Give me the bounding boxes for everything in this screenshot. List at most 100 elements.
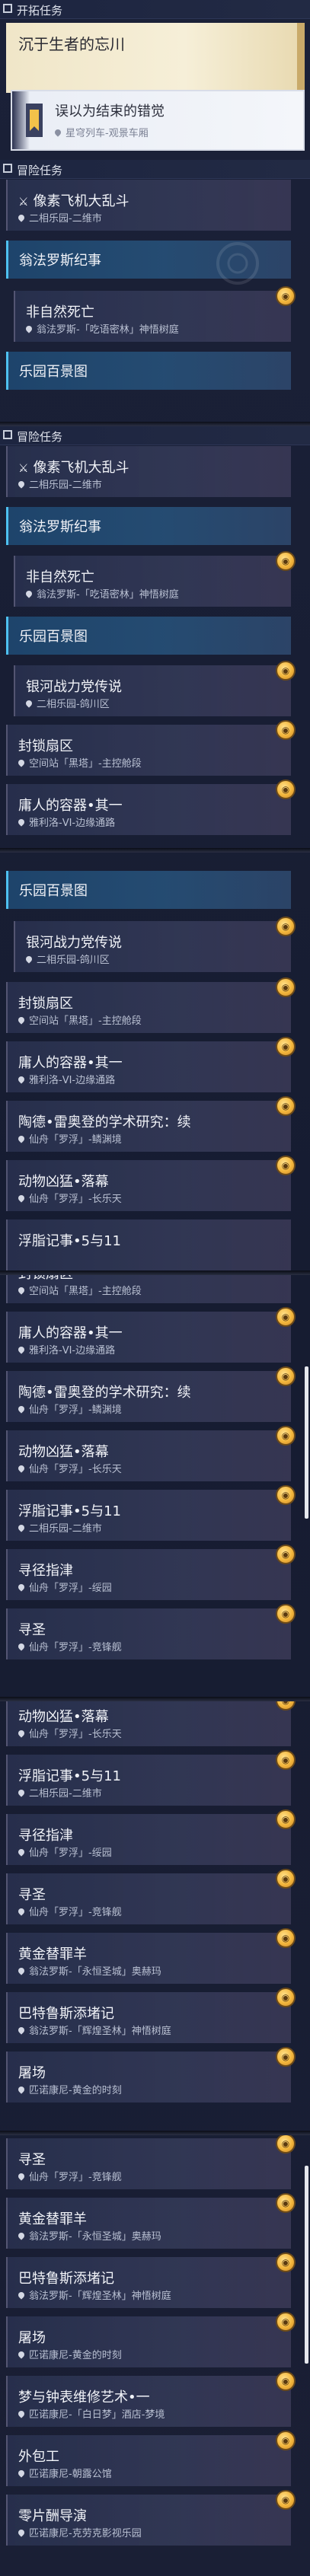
quest-title: 浮脂记事•5与11 [18,1768,121,1784]
quest-location: 二相乐园-二维市 [17,1520,102,1535]
quest-card-golden[interactable]: 黄金替罪羊 翁法罗斯-「永恒圣城」奥赫玛 ◉ [6,1928,296,1984]
quest-location: 空间站「黑塔」-主控舱段 [17,1283,142,1297]
quest-card-xunsheng[interactable]: 寻圣 仙舟「罗浮」-竞锋舰 ◉ [6,1604,296,1659]
quest-card-batulus[interactable]: 巴特鲁斯添堵记 翁法罗斯-「辉煌圣林」神悟树庭 ◉ [6,2252,296,2308]
trailblaze-chapter-card[interactable]: 沉于生者的忘川 [6,23,305,93]
quest-group-title: 乐园百景图 [19,364,88,380]
quest-title: 动物凶猛•落幕 [18,1174,109,1190]
location-pin-icon [17,2350,26,2359]
quest-log-screen: 开拓任务 沉于生者的忘川 误以为结束的错觉 星穹列车-观景车厢 冒险任务 ⚔ 像素… [0,0,310,2576]
location-pin-icon [17,1523,26,1532]
quest-title: 零片酬导演 [18,2508,87,2524]
section-header-adventure[interactable]: 冒险任务 [0,160,310,179]
trailblaze-marker-icon [26,104,43,137]
reward-badge-icon: ◉ [276,1485,296,1505]
location-pin-icon [17,2528,26,2537]
reward-badge-icon: ◉ [276,2431,296,2450]
quest-card-animal[interactable]: 动物凶猛•落幕 仙舟「罗浮」-长乐天 ◉ [6,1156,296,1211]
quest-card-tang[interactable]: 庸人的容器•其一 雅利洛-VI-边缘通路 ◉ [6,1307,296,1363]
section-header-adventure[interactable]: 冒险任务 [0,426,310,445]
scroll-segment-5: 动物凶猛•落幕 仙舟「罗浮」-长乐天 ◉ 浮脂记事•5与11 二相乐园-二维市 … [0,1701,310,2131]
quest-card-tuchang[interactable]: 屠场 匹诺康尼-黄金的时刻 ◉ [6,2312,296,2367]
quest-title: 封锁扇区 [18,738,73,754]
quest-title: 庸人的容器•其一 [18,798,123,814]
quest-location: 二相乐园-鸽川区 [24,952,110,966]
quest-card-galaxy[interactable]: 银河战力党传说 二相乐园-鸽川区 ◉ [14,661,296,716]
scrollbar-thumb[interactable] [305,1366,308,1519]
quest-card-unnatural[interactable]: 非自然死亡 翁法罗斯-「吃语密林」神悟树庭 ◉ [14,551,296,607]
quest-card-needle[interactable]: 寻径指津 仙舟「罗浮」-绥园 ◉ [6,1545,296,1600]
location-pin-icon [17,1134,26,1143]
reward-badge-icon: ◉ [276,286,296,306]
quest-card-outsource[interactable]: 外包工 匹诺康尼-朝露公馆 ◉ [6,2431,296,2486]
reward-badge-icon: ◉ [276,2312,296,2332]
quest-location: 仙舟「罗浮」-竞锋舰 [17,1904,122,1918]
quest-location: 雅利洛-VI-边缘通路 [17,1342,115,1357]
quest-title: 误以为结束的错觉 [55,104,165,120]
quest-card-galaxy[interactable]: 银河战力党传说 二相乐园-鸽川区 ◉ [14,917,296,972]
quest-title: 黄金替罪羊 [18,2211,87,2227]
section-header-trailblaze[interactable]: 开拓任务 [0,0,310,19]
quest-location: 匹诺康尼-黄金的时刻 [17,2082,122,2096]
quest-card-xunsheng[interactable]: 寻圣 仙舟「罗浮」-竞锋舰 ◉ [6,2135,296,2189]
reward-badge-icon: ◉ [276,2193,296,2213]
quest-location: 翁法罗斯-「永恒圣城」奥赫玛 [17,2228,161,2243]
quest-location: 匹诺康尼-朝露公馆 [17,2466,112,2480]
quest-card-golden[interactable]: 黄金替罪羊 翁法罗斯-「永恒圣城」奥赫玛 ◉ [6,2193,296,2249]
quest-card-lockdown[interactable]: 封锁扇区 空间站「黑塔」-主控舱段 ◉ [6,977,296,1033]
scroll-segment-3: 乐园百景图 银河战力党传说 二相乐园-鸽川区 ◉ 封锁扇区 空间站「黑塔」-主控… [0,853,310,1271]
reward-badge-icon: ◉ [276,1869,296,1889]
reward-badge-icon: ◉ [276,2490,296,2510]
quest-location: 二相乐园-二维市 [17,210,102,225]
location-pin-icon [17,1194,26,1203]
quest-location: 二相乐园-二维市 [17,1785,102,1800]
quest-title: 巴特鲁斯添堵记 [18,2271,114,2287]
quest-card-lockdown[interactable]: 封锁扇区 空间站「黑塔」-主控舱段 [6,1275,291,1303]
quest-card-lockdown[interactable]: 封锁扇区 空间站「黑塔」-主控舱段 ◉ [6,720,296,776]
quest-card-floating[interactable]: 浮脂记事•5与11 二相乐园-二维市 ◉ [6,1750,296,1806]
quest-card-pixel[interactable]: ⚔ 像素飞机大乱斗 二相乐园-二维市 [6,446,291,497]
expand-icon [3,430,12,439]
quest-title: 寻圣 [18,1622,46,1638]
location-pin-icon [24,699,34,708]
quest-card-animal[interactable]: 动物凶猛•落幕 仙舟「罗浮」-长乐天 ◉ [6,1426,296,1481]
quest-location: 仙舟「罗浮」-长乐天 [17,1726,122,1740]
quest-group-paradise[interactable]: 乐园百景图 [6,871,291,909]
quest-card-tang[interactable]: 庸人的容器•其一 雅利洛-VI-边缘通路 ◉ [6,779,296,835]
quest-card-floating[interactable]: 浮脂记事•5与11 二相乐园-二维市 ◉ [6,1485,296,1541]
quest-card-pixel[interactable]: ⚔ 像素飞机大乱斗 二相乐园-二维市 [6,180,291,231]
selected-quest-card[interactable]: 误以为结束的错觉 星穹列车-观景车厢 [11,90,305,151]
quest-location: 仙舟「罗浮」-绥园 [17,1580,112,1594]
quest-group-title: 翁法罗斯纪事 [19,519,101,535]
screenshot-seam [0,422,310,426]
quest-card-needle[interactable]: 寻径指津 仙舟「罗浮」-绥园 ◉ [6,1809,296,1865]
reward-badge-icon: ◉ [276,2047,296,2067]
location-pin-icon [17,1286,26,1295]
quest-title: 屠场 [18,2065,46,2081]
quest-card-tuchang[interactable]: 屠场 匹诺康尼-黄金的时刻 ◉ [6,2047,296,2103]
sword-icon: ⚔ [18,461,29,475]
quest-card-floating[interactable]: 浮脂记事•5与11 [6,1219,291,1270]
quest-card-taode[interactable]: 陶德•雷奥登的学术研究：续 仙舟「罗浮」-鳞渊境 ◉ [6,1096,296,1152]
quest-location: 仙舟「罗浮」-长乐天 [17,1191,122,1205]
quest-group-paradise[interactable]: 乐园百景图 [6,352,291,390]
quest-card-taode[interactable]: 陶德•雷奥登的学术研究：续 仙舟「罗浮」-鳞渊境 ◉ [6,1366,296,1422]
quest-title: 寻圣 [18,2152,46,2168]
quest-group-ongphalos[interactable]: 翁法罗斯纪事 [6,241,291,285]
quest-card-batulus[interactable]: 巴特鲁斯添堵记 翁法罗斯-「辉煌圣林」神悟树庭 ◉ [6,1988,296,2043]
quest-location: 翁法罗斯-「吃语密林」神悟树庭 [24,321,179,336]
quest-group-ongphalos[interactable]: 翁法罗斯纪事 [6,507,291,545]
quest-location: 仙舟「罗浮」-绥园 [17,1844,112,1859]
quest-card-tang[interactable]: 庸人的容器•其一 雅利洛-VI-边缘通路 ◉ [6,1037,296,1092]
quest-card-xunsheng[interactable]: 寻圣 仙舟「罗浮」-竞锋舰 ◉ [6,1869,296,1924]
quest-title: 银河战力党传说 [26,679,122,695]
quest-card-zero[interactable]: 零片酬导演 匹诺康尼-克劳克影视乐园 ◉ [6,2490,296,2546]
scrollbar-thumb[interactable] [305,2166,308,2364]
reward-badge-icon: ◉ [276,1988,296,2007]
quest-title: 非自然死亡 [26,304,94,320]
quest-card-unnatural[interactable]: 非自然死亡 翁法罗斯-「吃语密林」神悟树庭 ◉ [14,286,296,342]
quest-location: 匹诺康尼-「白日梦」酒店-梦境 [17,2406,165,2421]
quest-card-dream[interactable]: 梦与钟表维修艺术•一 匹诺康尼-「白日梦」酒店-梦境 ◉ [6,2371,296,2427]
quest-card-animal[interactable]: 动物凶猛•落幕 仙舟「罗浮」-长乐天 ◉ [6,1701,296,1746]
quest-group-paradise[interactable]: 乐园百景图 [6,617,291,655]
